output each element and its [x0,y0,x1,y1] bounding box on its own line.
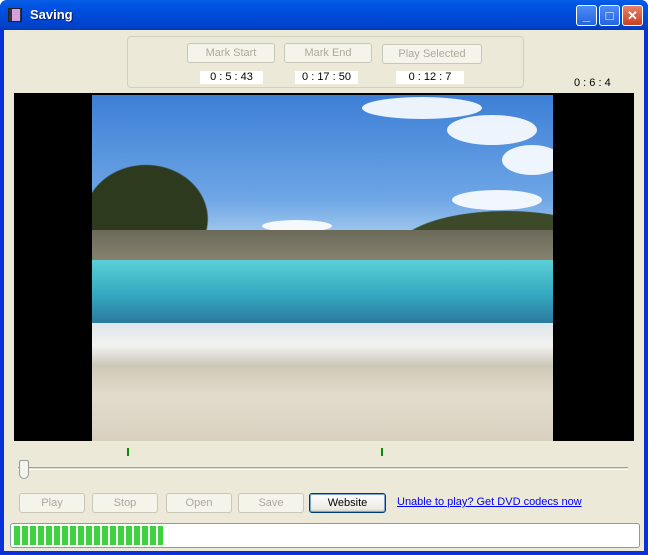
save-button[interactable]: Save [238,493,304,513]
start-time: 0 : 5 : 43 [200,71,263,84]
save-progress-bar [10,523,640,548]
client-area: Mark Start Mark End Play Selected 0 : 5 … [4,30,644,551]
maximize-button[interactable]: □ [599,5,620,26]
seek-slider-thumb[interactable] [19,460,29,479]
close-button[interactable]: ✕ [622,5,643,26]
video-display[interactable] [14,93,634,441]
progress-fill [14,526,164,545]
seek-slider[interactable] [18,467,628,470]
codec-link[interactable]: Unable to play? Get DVD codecs now [397,496,582,508]
mark-end-button[interactable]: Mark End [284,43,372,63]
end-time: 0 : 17 : 50 [295,71,358,84]
film-icon [8,8,22,22]
video-frame [92,95,553,441]
play-button[interactable]: Play [19,493,85,513]
stop-button[interactable]: Stop [92,493,158,513]
website-button[interactable]: Website [309,493,386,513]
selected-duration: 0 : 12 : 7 [396,71,464,84]
minimize-button[interactable]: _ [576,5,597,26]
open-button[interactable]: Open [166,493,232,513]
end-marker [381,448,383,456]
title-bar[interactable]: Saving _ □ ✕ [0,0,648,30]
window-title: Saving [30,7,73,22]
play-selected-button[interactable]: Play Selected [382,44,482,64]
mark-start-button[interactable]: Mark Start [187,43,275,63]
window: Saving _ □ ✕ Mark Start Mark End Play Se… [0,0,648,555]
current-time: 0 : 6 : 4 [574,77,611,89]
start-marker [127,448,129,456]
